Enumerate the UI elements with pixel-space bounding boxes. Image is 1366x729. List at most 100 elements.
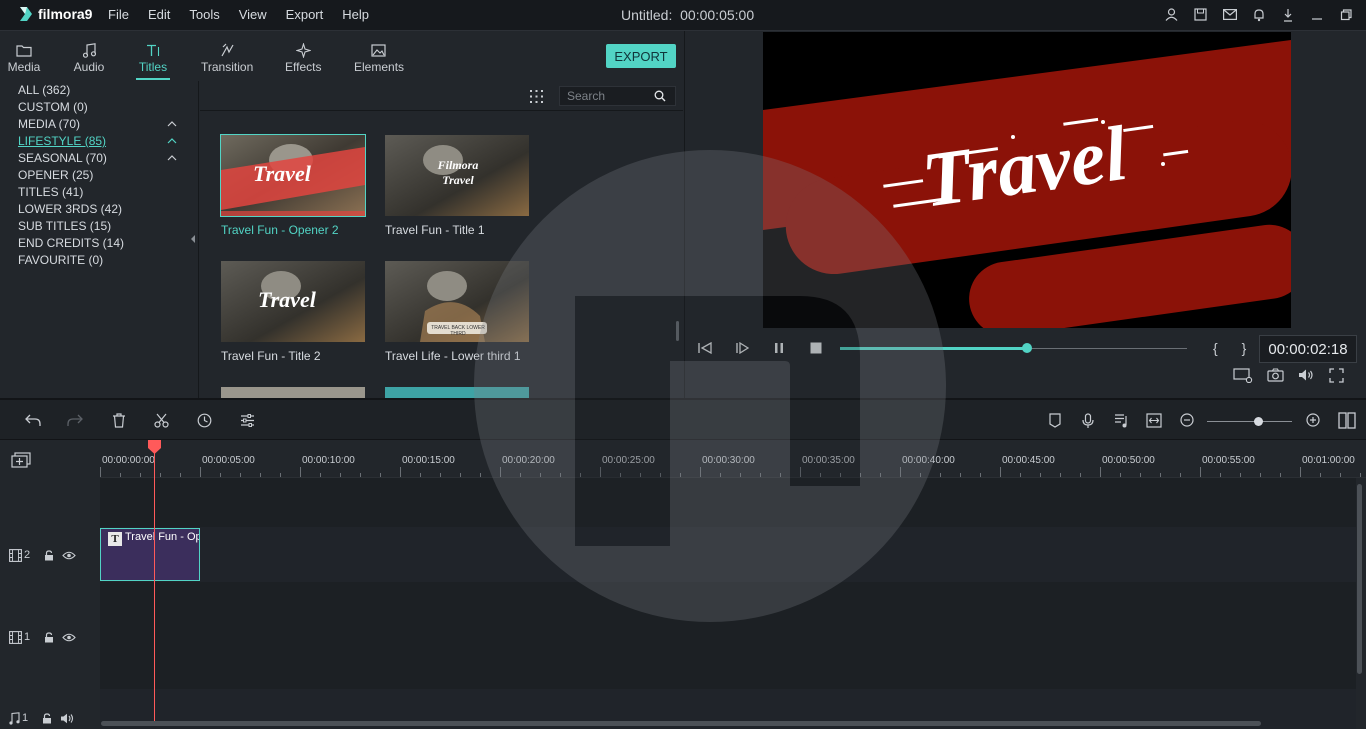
ruler-minor-tick (1220, 473, 1221, 477)
tab-effects-label: Effects (285, 60, 322, 74)
audio-mixer-icon[interactable] (1114, 413, 1129, 428)
marker-icon[interactable] (1049, 413, 1061, 428)
panel-layout-icon[interactable] (1338, 412, 1356, 429)
fit-timeline-icon[interactable] (1146, 413, 1162, 428)
timeline: 2 1 1 00:00:00:00 00:00:05:00 00:00:10:00 0… (0, 439, 1366, 729)
speaker-icon[interactable] (60, 713, 75, 724)
category-seasonal[interactable]: SEASONAL (70) (18, 151, 107, 165)
ruler-minor-tick (1240, 473, 1241, 477)
tab-media[interactable]: Media (7, 40, 41, 74)
tab-elements[interactable]: Elements (354, 40, 404, 74)
category-media[interactable]: MEDIA (70) (18, 117, 80, 131)
chevron-up-icon[interactable] (167, 155, 177, 161)
pause-icon[interactable] (774, 342, 784, 354)
ruler-minor-tick (140, 473, 141, 477)
tab-titles[interactable]: Titles (136, 40, 170, 80)
menu-edit[interactable]: Edit (148, 7, 170, 22)
ruler-minor-tick (1060, 473, 1061, 477)
vertical-scrollbar[interactable] (1357, 484, 1362, 674)
zoom-in-icon[interactable] (1306, 413, 1320, 427)
grid-view-icon[interactable] (530, 90, 543, 103)
title-thumbnail[interactable] (221, 387, 365, 398)
redo-icon[interactable] (67, 413, 83, 427)
scrubber-handle[interactable] (1022, 343, 1033, 353)
scissors-icon[interactable] (154, 413, 169, 428)
ruler-label: 00:00:10:00 (302, 455, 355, 466)
ruler-major-tick (100, 467, 101, 477)
notification-icon[interactable] (1251, 7, 1266, 22)
playhead-handle[interactable] (147, 439, 162, 455)
category-favourite[interactable]: FAVOURITE (0) (18, 253, 103, 267)
mark-in-out-buttons[interactable]: { } (1213, 340, 1256, 356)
category-opener[interactable]: OPENER (25) (18, 168, 93, 182)
microphone-icon[interactable] (1082, 413, 1094, 429)
speed-icon[interactable] (197, 413, 212, 428)
title-clip[interactable]: T Travel Fun - Opener 2 (100, 528, 200, 581)
category-sub-titles[interactable]: SUB TITLES (15) (18, 219, 111, 233)
zoom-out-icon[interactable] (1180, 413, 1194, 427)
category-custom[interactable]: CUSTOM (0) (18, 100, 88, 114)
ruler-minor-tick (480, 473, 481, 477)
previous-frame-icon[interactable] (698, 342, 712, 354)
ruler-label: 00:00:45:00 (1002, 455, 1055, 466)
title-clip-label: Travel Fun - Opener 2 (125, 531, 199, 543)
download-icon[interactable] (1280, 7, 1295, 22)
ruler-minor-tick (680, 473, 681, 477)
minimize-icon[interactable] (1309, 7, 1324, 22)
category-all[interactable]: ALL (362) (18, 83, 70, 97)
menu-help[interactable]: Help (342, 7, 369, 22)
horizontal-scrollbar[interactable] (101, 721, 1261, 726)
menu-tools[interactable]: Tools (189, 7, 219, 22)
zoom-slider-handle[interactable] (1254, 417, 1263, 426)
browser-toolbar (200, 81, 683, 111)
ruler-minor-tick (920, 473, 921, 477)
ruler-label: 00:00:25:00 (602, 455, 655, 466)
category-lower-3rds[interactable]: LOWER 3RDS (42) (18, 202, 122, 216)
display-settings-icon[interactable] (1233, 368, 1253, 383)
export-button[interactable]: EXPORT (606, 44, 676, 68)
zoom-slider[interactable] (1207, 417, 1292, 426)
save-icon[interactable] (1193, 7, 1208, 22)
title-thumbnail[interactable] (385, 387, 529, 398)
eye-icon[interactable] (62, 633, 76, 642)
category-end-credits[interactable]: END CREDITS (14) (18, 236, 124, 250)
ruler-major-tick (900, 467, 901, 477)
menu-export[interactable]: Export (286, 7, 324, 22)
ruler-minor-tick (1080, 473, 1081, 477)
menu-file[interactable]: File (108, 7, 129, 22)
browser-scrollbar[interactable] (676, 321, 679, 341)
collapse-sidebar-icon[interactable] (191, 235, 196, 243)
ruler-minor-tick (1340, 473, 1341, 477)
lock-icon[interactable] (44, 549, 54, 561)
playback-scrubber[interactable] (840, 343, 1187, 353)
category-lifestyle[interactable]: LIFESTYLE (85) (18, 134, 106, 148)
chevron-up-icon[interactable] (167, 138, 177, 144)
chevron-up-icon[interactable] (167, 121, 177, 127)
menu-view[interactable]: View (239, 7, 267, 22)
snapshot-icon[interactable] (1267, 368, 1284, 382)
category-titles[interactable]: TITLES (41) (18, 185, 83, 199)
account-icon[interactable] (1164, 7, 1179, 22)
delete-icon[interactable] (112, 413, 126, 428)
search-input[interactable] (560, 89, 654, 103)
ruler-minor-tick (420, 473, 421, 477)
add-track-icon[interactable] (11, 452, 31, 468)
tab-transition[interactable]: Transition (201, 40, 253, 74)
lock-icon[interactable] (44, 631, 54, 643)
stop-icon[interactable] (810, 342, 822, 354)
tab-effects[interactable]: Effects (285, 40, 321, 74)
volume-icon[interactable] (1298, 368, 1315, 382)
search-icon[interactable] (654, 90, 666, 102)
ruler-minor-tick (320, 473, 321, 477)
time-ruler[interactable]: 00:00:00:00 00:00:05:00 00:00:10:00 00:00:1… (100, 441, 1366, 478)
play-icon[interactable] (736, 342, 749, 354)
tab-audio[interactable]: Audio (72, 40, 106, 74)
mail-icon[interactable] (1222, 7, 1237, 22)
lock-icon[interactable] (42, 712, 52, 724)
fullscreen-icon[interactable] (1329, 368, 1344, 383)
undo-icon[interactable] (25, 413, 41, 427)
adjust-icon[interactable] (240, 413, 255, 428)
maximize-icon[interactable] (1338, 7, 1353, 22)
eye-icon[interactable] (62, 551, 76, 560)
category-list: ALL (362) CUSTOM (0) MEDIA (70) LIFESTYL… (0, 81, 199, 398)
